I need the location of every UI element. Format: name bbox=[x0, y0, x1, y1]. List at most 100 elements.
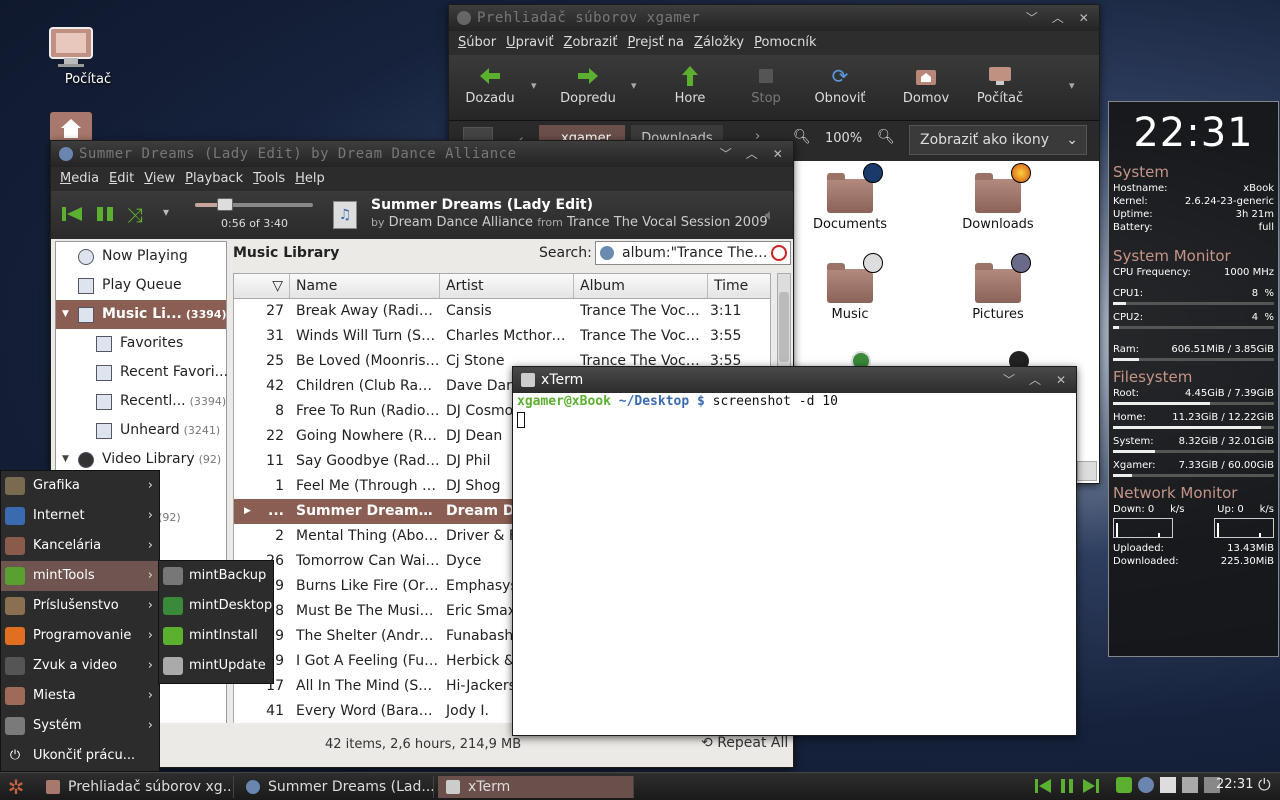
search-value: album:"Trance The Voca bbox=[622, 245, 791, 261]
volume-icon[interactable]: 🔈︎ bbox=[765, 205, 775, 225]
menu-edit[interactable]: Edit bbox=[104, 167, 139, 191]
sidebar-play-queue[interactable]: Play Queue bbox=[56, 271, 226, 300]
minimize-button[interactable]: ﹀ bbox=[1000, 367, 1018, 393]
menu-media[interactable]: Media bbox=[55, 167, 104, 191]
sidebar-music-library[interactable]: ▼ Music Li... (3394) bbox=[56, 300, 227, 329]
repeat-mode-button[interactable]: ⟲ Repeat All bbox=[701, 735, 788, 751]
menu-item-5[interactable]: Príslušenstvo › bbox=[1, 591, 159, 621]
banshee-tray-icon[interactable] bbox=[1138, 777, 1154, 793]
terminal-output[interactable]: xgamer@xBook ~/Desktop $ screenshot -d 1… bbox=[517, 393, 838, 429]
minimize-button[interactable]: ﹀ bbox=[717, 141, 735, 167]
maximize-button[interactable]: ︿ bbox=[1049, 5, 1067, 31]
sidebar-recently-added[interactable]: Recentl... (3394) bbox=[56, 387, 226, 416]
music-player-titlebar[interactable]: Summer Dreams (Lady Edit) by Dream Dance… bbox=[51, 141, 793, 167]
column-time[interactable]: Time bbox=[708, 274, 770, 298]
menu-item-3[interactable]: Kancelária › bbox=[1, 531, 159, 561]
menu-help[interactable]: Pomocník bbox=[749, 31, 822, 55]
pause-icon[interactable] bbox=[95, 205, 115, 223]
folder-documents[interactable]: Documents bbox=[795, 163, 905, 232]
back-history-dropdown[interactable]: ▾ bbox=[531, 79, 537, 92]
view-mode-select[interactable]: Zobraziť ako ikony ⌄ bbox=[909, 125, 1087, 155]
file-manager-titlebar[interactable]: Prehliadač súborov xgamer ﹀ ︿ ✕ bbox=[449, 5, 1099, 31]
menu-item-6[interactable]: Programovanie › bbox=[1, 621, 159, 651]
menu-item-7[interactable]: Zvuk a video › bbox=[1, 651, 159, 681]
pause-icon[interactable] bbox=[1058, 777, 1076, 795]
resize-grip[interactable] bbox=[1077, 461, 1097, 481]
zoom-out-icon[interactable]: 🔍︎ bbox=[793, 129, 811, 145]
menu-tools[interactable]: Tools bbox=[248, 167, 290, 191]
column-album[interactable]: Album bbox=[574, 274, 708, 298]
network-icon[interactable] bbox=[1182, 777, 1198, 793]
clear-search-icon[interactable] bbox=[771, 245, 787, 261]
close-button[interactable]: ✕ bbox=[1052, 367, 1070, 393]
folder-pictures[interactable]: Pictures bbox=[943, 253, 1053, 322]
maximize-button[interactable]: ︿ bbox=[1026, 367, 1044, 393]
up-button[interactable]: Hore bbox=[655, 65, 725, 106]
submenu-item-1[interactable]: mintBackup bbox=[159, 561, 273, 591]
forward-button[interactable]: Dopredu bbox=[553, 65, 623, 106]
scrollbar-thumb[interactable] bbox=[779, 292, 789, 362]
submenu-item-3[interactable]: mintInstall bbox=[159, 621, 273, 651]
maximize-button[interactable]: ︿ bbox=[743, 141, 761, 167]
menu-go[interactable]: Prejsť na bbox=[623, 31, 690, 55]
zoom-in-icon[interactable]: 🔍︎ bbox=[877, 129, 895, 145]
sidebar-recent-favorites[interactable]: Recent Favori... bbox=[56, 358, 228, 387]
menu-item-4[interactable]: mintTools › bbox=[1, 561, 159, 591]
sidebar-favorites[interactable]: Favorites bbox=[56, 329, 226, 358]
menu-item-2[interactable]: Internet › bbox=[1, 501, 159, 531]
sort-column-header[interactable]: ▽ bbox=[234, 274, 290, 298]
track-number: 25 bbox=[266, 353, 284, 369]
menu-help[interactable]: Help bbox=[290, 167, 330, 191]
menu-view[interactable]: Zobraziť bbox=[559, 31, 623, 55]
desktop-icon-computer[interactable]: Počítač bbox=[48, 26, 128, 87]
xterm-titlebar[interactable]: xTerm ﹀ ︿ ✕ bbox=[513, 367, 1076, 393]
next-track-icon[interactable] bbox=[1082, 777, 1100, 795]
menu-item-10[interactable]: ⏻ Ukončiť prácu... bbox=[1, 741, 159, 771]
seek-slider[interactable] bbox=[195, 198, 313, 211]
menu-item-9[interactable]: Systém › bbox=[1, 711, 159, 741]
update-manager-icon[interactable] bbox=[1116, 777, 1132, 793]
task-music-player[interactable]: Summer Dreams (Lad... bbox=[238, 776, 434, 798]
collapse-icon[interactable]: ▼ bbox=[62, 300, 69, 329]
start-menu-button[interactable]: ✲ bbox=[4, 775, 28, 799]
menu-playback[interactable]: Playback bbox=[180, 167, 248, 191]
stop-button[interactable]: Stop bbox=[731, 65, 801, 106]
folder-icon bbox=[975, 163, 1031, 213]
taskbar-clock[interactable]: 22:31 bbox=[1216, 777, 1253, 792]
folder-music[interactable]: Music bbox=[795, 253, 905, 322]
close-button[interactable]: ✕ bbox=[769, 141, 787, 167]
menu-item-8[interactable]: Miesta › bbox=[1, 681, 159, 711]
shuffle-icon[interactable]: ⤨ bbox=[127, 203, 143, 227]
table-row[interactable]: 31 Winds Will Turn (Sho... Charles Mcthorn… bbox=[234, 324, 770, 349]
previous-track-icon[interactable] bbox=[61, 205, 83, 223]
toolbar-overflow-dropdown[interactable]: ▾ bbox=[1069, 79, 1075, 92]
shuffle-mode-dropdown[interactable]: ▾ bbox=[163, 205, 169, 219]
submenu-item-2[interactable]: mintDesktop bbox=[159, 591, 273, 621]
submenu-item-4[interactable]: mintUpdate bbox=[159, 651, 273, 681]
close-button[interactable]: ✕ bbox=[1075, 5, 1093, 31]
menu-item-1[interactable]: Grafika › bbox=[1, 471, 159, 501]
previous-track-icon[interactable] bbox=[1034, 777, 1052, 795]
task-file-manager[interactable]: Prehliadač súborov xg... bbox=[38, 776, 234, 798]
minimize-button[interactable]: ﹀ bbox=[1023, 5, 1041, 31]
reload-button[interactable]: ⟳ Obnoviť bbox=[805, 64, 875, 106]
menu-bookmarks[interactable]: Záložky bbox=[689, 31, 749, 55]
forward-history-dropdown[interactable]: ▾ bbox=[631, 79, 637, 92]
column-name[interactable]: Name bbox=[290, 274, 440, 298]
task-xterm[interactable]: xTerm bbox=[438, 776, 634, 798]
column-artist[interactable]: Artist bbox=[440, 274, 574, 298]
folder-downloads[interactable]: Downloads bbox=[943, 163, 1053, 232]
table-row[interactable]: 27 Break Away (Radio ... Cansis Trance The … bbox=[234, 299, 770, 324]
menu-edit[interactable]: Upraviť bbox=[501, 31, 558, 55]
seek-handle[interactable] bbox=[216, 198, 233, 211]
battery-icon[interactable] bbox=[1160, 777, 1176, 793]
power-icon[interactable]: ⏻ bbox=[1258, 775, 1278, 797]
home-button[interactable]: Domov bbox=[891, 65, 961, 106]
sidebar-now-playing[interactable]: Now Playing bbox=[56, 242, 226, 271]
sidebar-unheard[interactable]: Unheard (3241) bbox=[56, 416, 226, 445]
back-button[interactable]: Dozadu bbox=[455, 65, 525, 106]
menu-file[interactable]: Súbor bbox=[453, 31, 501, 55]
menu-view[interactable]: View bbox=[139, 167, 180, 191]
computer-button[interactable]: Počítač bbox=[965, 65, 1035, 106]
search-field[interactable]: album:"Trance The Voca bbox=[595, 241, 791, 265]
